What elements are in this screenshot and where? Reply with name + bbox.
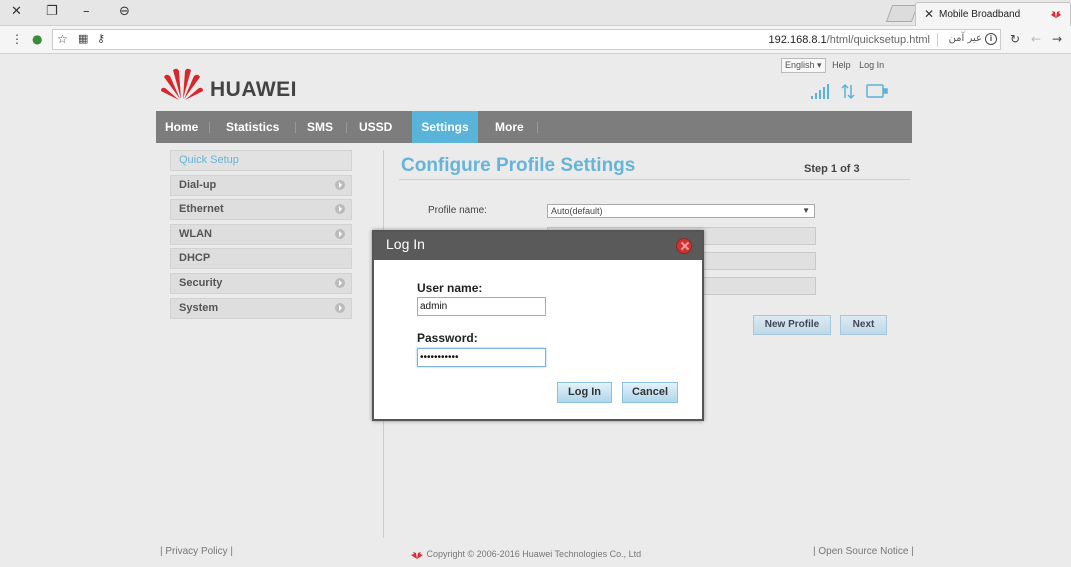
nav-item-home[interactable]: Home bbox=[165, 111, 198, 143]
nav-item-more[interactable]: More bbox=[495, 111, 524, 143]
new-tab-button[interactable] bbox=[885, 5, 919, 22]
username-label: User name: bbox=[417, 281, 483, 295]
huawei-small-logo-icon bbox=[411, 551, 423, 559]
next-button[interactable]: Next bbox=[840, 315, 887, 335]
reader-icon[interactable]: ▦ bbox=[78, 32, 88, 45]
language-select[interactable]: English ▾ bbox=[781, 58, 826, 73]
sidebar-item-ethernet[interactable]: Ethernet bbox=[170, 199, 352, 221]
password-input[interactable] bbox=[417, 348, 546, 367]
restore-window-icon[interactable]: ❐ bbox=[46, 4, 58, 19]
address-bar: ⋮ ● ☆ ▦ ⚷ 192.168.8.1/html/quicksetup.ht… bbox=[0, 26, 1071, 54]
huawei-favicon-icon bbox=[1051, 11, 1061, 18]
info-icon[interactable]: i bbox=[985, 33, 997, 45]
url-separator bbox=[937, 33, 938, 47]
forward-icon[interactable]: ← bbox=[1031, 32, 1041, 46]
brand-text: HUAWEI bbox=[210, 78, 297, 101]
bookmark-star-icon[interactable]: ☆ bbox=[57, 32, 68, 46]
step-indicator: Step 1 of 3 bbox=[804, 163, 860, 175]
privacy-policy-link[interactable]: | Privacy Policy | bbox=[160, 546, 233, 557]
expand-arrow-icon bbox=[335, 302, 345, 313]
sidebar-item-dhcp[interactable]: DHCP bbox=[170, 248, 352, 270]
expand-arrow-icon bbox=[335, 179, 345, 190]
security-text[interactable]: عیر آمن bbox=[949, 33, 982, 44]
sidebar-item-label: Dial-up bbox=[179, 178, 217, 191]
close-window-icon[interactable]: ✕ bbox=[11, 4, 22, 19]
login-dialog: Log In User name: Password: Log In Cance… bbox=[372, 230, 704, 421]
connection-icon bbox=[866, 84, 888, 98]
top-links: English ▾ Help Log In bbox=[781, 58, 890, 73]
expand-arrow-icon bbox=[335, 277, 345, 288]
username-input[interactable] bbox=[417, 297, 546, 316]
settings-sidebar: Quick Setup Dial-up Ethernet WLAN DHCP S… bbox=[170, 150, 352, 322]
sidebar-item-quick-setup[interactable]: Quick Setup bbox=[170, 150, 352, 171]
chevron-down-icon: ▼ bbox=[802, 206, 810, 215]
login-link[interactable]: Log In bbox=[859, 60, 884, 70]
nav-separator bbox=[537, 122, 538, 133]
nav-item-statistics[interactable]: Statistics bbox=[226, 111, 279, 143]
language-value: English bbox=[785, 60, 815, 70]
browser-tab[interactable]: ✕ Mobile Broadband bbox=[915, 2, 1071, 26]
reload-icon[interactable]: ↻ bbox=[1010, 32, 1020, 46]
sidebar-item-wlan[interactable]: WLAN bbox=[170, 223, 352, 245]
tab-title: Mobile Broadband bbox=[939, 9, 1021, 20]
open-source-notice-text: Open Source Notice bbox=[818, 546, 909, 557]
copyright: Copyright © 2006-2016 Huawei Technologie… bbox=[410, 549, 641, 560]
huawei-flower-icon bbox=[161, 68, 203, 100]
sidebar-item-label: Quick Setup bbox=[179, 154, 239, 166]
nav-item-sms[interactable]: SMS bbox=[307, 111, 333, 143]
status-icons bbox=[811, 83, 888, 100]
nav-separator bbox=[209, 122, 210, 133]
nav-item-settings[interactable]: Settings bbox=[412, 111, 478, 143]
sidebar-item-system[interactable]: System bbox=[170, 297, 352, 319]
new-profile-button[interactable]: New Profile bbox=[753, 315, 831, 335]
sidebar-item-security[interactable]: Security bbox=[170, 272, 352, 294]
url-host: 192.168.8.1 bbox=[768, 34, 827, 46]
password-label: Password: bbox=[417, 331, 478, 345]
close-tab-icon[interactable]: ✕ bbox=[924, 7, 934, 21]
nav-separator bbox=[295, 122, 296, 133]
profile-name-select[interactable]: Auto(default) ▼ bbox=[547, 204, 815, 218]
close-icon[interactable] bbox=[676, 238, 692, 254]
login-button[interactable]: Log In bbox=[557, 382, 612, 403]
title-divider bbox=[399, 179, 910, 180]
data-transfer-icon bbox=[841, 83, 855, 100]
privacy-policy-text: Privacy Policy bbox=[165, 546, 228, 557]
sidebar-item-label: DHCP bbox=[179, 252, 211, 265]
expand-arrow-icon bbox=[335, 204, 345, 215]
sidebar-item-label: System bbox=[179, 301, 219, 314]
expand-arrow-icon bbox=[335, 228, 345, 239]
menu-icon[interactable]: ⋮ bbox=[11, 32, 23, 46]
huawei-logo[interactable]: HUAWEI bbox=[160, 65, 297, 104]
sidebar-item-label: WLAN bbox=[179, 227, 212, 240]
minimize-window-icon[interactable]: – bbox=[83, 4, 90, 19]
back-icon[interactable]: → bbox=[1052, 32, 1062, 46]
page-title: Configure Profile Settings bbox=[401, 155, 636, 176]
extension-globe-icon[interactable]: ● bbox=[32, 32, 42, 46]
url-text[interactable]: 192.168.8.1/html/quicksetup.html bbox=[769, 34, 930, 46]
browser-tab-bar: ✕ ❐ – ⊖ ✕ Mobile Broadband bbox=[0, 0, 1071, 26]
copyright-text: Copyright © 2006-2016 Huawei Technologie… bbox=[426, 549, 642, 559]
profile-name-value: Auto(default) bbox=[551, 206, 603, 216]
main-nav: Home Statistics SMS USSD Settings More bbox=[156, 111, 912, 143]
nav-item-ussd[interactable]: USSD bbox=[359, 111, 392, 143]
profile-name-label: Profile name: bbox=[428, 205, 487, 216]
user-profile-icon[interactable]: ⊖ bbox=[119, 4, 130, 19]
sidebar-item-dial-up[interactable]: Dial-up bbox=[170, 174, 352, 196]
nav-separator bbox=[346, 122, 347, 133]
key-icon[interactable]: ⚷ bbox=[97, 32, 105, 45]
omnibox[interactable]: ☆ ▦ ⚷ 192.168.8.1/html/quicksetup.html ع… bbox=[52, 29, 1001, 50]
url-path: /html/quicksetup.html bbox=[826, 34, 930, 46]
help-link[interactable]: Help bbox=[832, 60, 851, 70]
signal-icon bbox=[811, 84, 829, 99]
dialog-header: Log In bbox=[374, 232, 702, 260]
sidebar-item-label: Security bbox=[179, 276, 223, 289]
dialog-title: Log In bbox=[386, 236, 425, 252]
sidebar-item-label: Ethernet bbox=[179, 203, 224, 216]
cancel-button[interactable]: Cancel bbox=[622, 382, 678, 403]
open-source-notice-link[interactable]: | Open Source Notice | bbox=[813, 546, 914, 557]
